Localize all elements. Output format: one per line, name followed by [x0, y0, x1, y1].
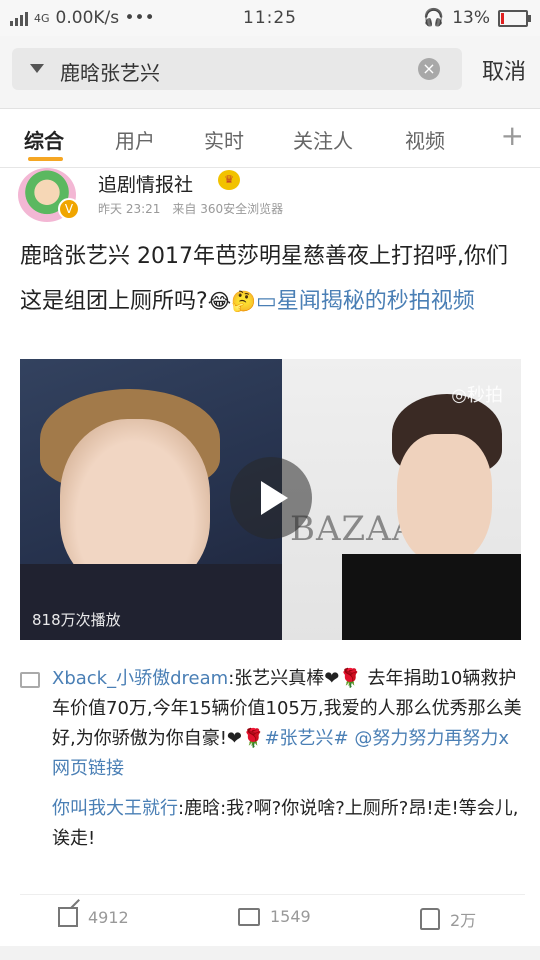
- comment-item[interactable]: Xback_小骄傲dream:张艺兴真棒❤🌹 去年捐助10辆救护车价值70万,今…: [52, 664, 525, 784]
- post-source: 来自 360安全浏览器: [172, 202, 284, 216]
- active-tab-indicator: [28, 157, 63, 161]
- comment-button[interactable]: 1549: [238, 907, 311, 926]
- comment-item[interactable]: 你叫我大王就行:鹿晗:我?啊?你说啥?上厕所?昂!走!等会儿,诶走!: [52, 794, 525, 854]
- tab-bar: 综合 用户 实时 关注人 视频 +: [0, 109, 540, 168]
- post-body[interactable]: 鹿晗张艺兴 2017年芭莎明星慈善夜上打招呼,你们这是组团上厕所吗?😂🤔▭星闻揭…: [20, 234, 525, 324]
- share-icon: [58, 907, 78, 927]
- search-scope-dropdown-icon[interactable]: [30, 64, 44, 73]
- verified-badge-icon: V: [58, 198, 80, 220]
- like-icon: [420, 908, 440, 930]
- watermark: ◎秒拍: [451, 385, 503, 406]
- member-badge-icon[interactable]: ♛: [218, 170, 240, 190]
- post-card[interactable]: V 追剧情报社 ♛ 昨天 23:21 来自 360安全浏览器 鹿晗张艺兴 201…: [0, 168, 540, 946]
- next-card-gap: [0, 946, 540, 960]
- comment-author[interactable]: Xback_小骄傲dream: [52, 668, 228, 689]
- share-button[interactable]: 4912: [58, 907, 129, 927]
- tab-users[interactable]: 用户: [115, 125, 155, 154]
- like-count: 2万: [450, 911, 477, 930]
- tab-realtime[interactable]: 实时: [204, 125, 244, 154]
- play-button[interactable]: [230, 457, 312, 539]
- add-tab-icon[interactable]: +: [501, 119, 524, 152]
- emoji: 😂🤔: [207, 289, 256, 313]
- tab-following[interactable]: 关注人: [293, 125, 353, 154]
- action-bar: 4912 1549 2万: [20, 894, 525, 947]
- play-count: 818万次播放: [32, 611, 121, 629]
- clear-icon[interactable]: ×: [418, 58, 440, 80]
- tab-comprehensive[interactable]: 综合: [24, 125, 64, 154]
- cancel-button[interactable]: 取消: [482, 54, 526, 86]
- video-player[interactable]: BAZAAR ◎秒拍 818万次播放: [20, 359, 521, 640]
- share-count: 4912: [88, 907, 129, 927]
- search-input[interactable]: 鹿晗张艺兴: [60, 57, 160, 86]
- comment-author[interactable]: 你叫我大王就行: [52, 798, 178, 819]
- comment-icon: [20, 672, 40, 688]
- search-box[interactable]: 鹿晗张艺兴 ×: [12, 48, 462, 90]
- comment-list: Xback_小骄傲dream:张艺兴真棒❤🌹 去年捐助10辆救护车价值70万,今…: [20, 664, 525, 854]
- battery-icon: [498, 9, 531, 27]
- status-bar: 4G 0.00K/s ••• 11:25 🎧 13%: [0, 0, 540, 36]
- status-right: 🎧 13%: [423, 8, 531, 28]
- tab-video[interactable]: 视频: [405, 125, 445, 154]
- author-name[interactable]: 追剧情报社: [98, 170, 193, 197]
- comment-count: 1549: [270, 907, 311, 926]
- post-meta: 昨天 23:21 来自 360安全浏览器: [98, 200, 283, 217]
- headphone-icon: 🎧: [423, 8, 445, 28]
- comment-icon: [238, 907, 260, 926]
- video-link[interactable]: 星闻揭秘的秒拍视频: [277, 289, 475, 314]
- post-time: 昨天 23:21: [98, 202, 161, 216]
- video-link-icon[interactable]: ▭: [256, 289, 277, 314]
- search-header: 鹿晗张艺兴 × 取消: [0, 36, 540, 109]
- battery-percent: 13%: [452, 8, 490, 28]
- like-button[interactable]: 2万: [420, 907, 476, 931]
